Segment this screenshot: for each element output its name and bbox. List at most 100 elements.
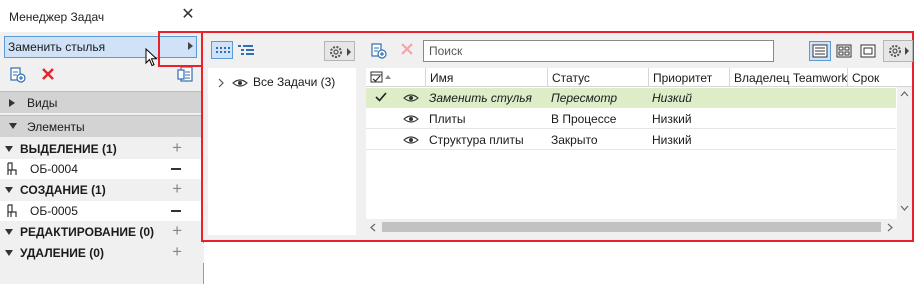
views-section-header[interactable]: Виды: [0, 91, 204, 113]
completion-column-icon: [370, 71, 391, 83]
checkmark-icon[interactable]: [374, 90, 388, 104]
gear-icon: [889, 45, 909, 57]
table-row[interactable]: Плиты В Процессе Низкий: [366, 109, 896, 129]
column-header-status[interactable]: Статус: [548, 68, 649, 87]
chevron-right-icon[interactable]: [887, 223, 893, 232]
dot-grid-icon: [216, 47, 230, 53]
task-status: Закрыто: [551, 133, 598, 147]
tree-view-button[interactable]: [235, 41, 257, 59]
group-label: РЕДАКТИРОВАНИЕ (0): [20, 225, 155, 239]
grid-layout-icon: [836, 44, 852, 58]
column-header-deadline[interactable]: Срок: [848, 68, 896, 87]
single-layout-button[interactable]: [857, 41, 879, 61]
add-task-icon: [371, 43, 387, 59]
chevron-up-icon[interactable]: [900, 91, 909, 97]
task-settings-icon: [177, 66, 193, 82]
task-name: Структура плиты: [429, 133, 524, 147]
add-element-icon[interactable]: +: [172, 242, 182, 262]
group-label: СОЗДАНИЕ (1): [20, 183, 106, 197]
table-row[interactable]: Заменить стулья Пересмотр Низкий: [366, 88, 896, 108]
triangle-down-icon: [5, 146, 13, 152]
single-layout-icon: [860, 44, 876, 58]
grid-layout-button[interactable]: [833, 41, 855, 61]
add-element-icon[interactable]: +: [172, 138, 182, 158]
element-id: ОБ-0005: [30, 204, 78, 218]
gear-icon: [330, 46, 351, 58]
task-name: Заменить стулья: [429, 91, 532, 105]
close-icon[interactable]: ✕: [180, 7, 196, 23]
element-item[interactable]: ОБ-0004: [0, 159, 204, 179]
eye-icon[interactable]: [403, 135, 419, 145]
scrollbar-thumb[interactable]: [382, 222, 881, 232]
task-status: Пересмотр: [551, 91, 618, 105]
triangle-down-icon: [5, 187, 13, 193]
add-task-button[interactable]: [369, 40, 389, 60]
chevron-down-icon[interactable]: [900, 205, 909, 211]
column-header-owner[interactable]: Владелец Teamwork: [730, 68, 848, 87]
elements-section-header[interactable]: Элементы: [0, 115, 204, 137]
scroll-corner: [897, 219, 912, 235]
remove-element-icon[interactable]: [171, 168, 181, 170]
task-name: Плиты: [429, 112, 466, 126]
column-header-name[interactable]: Имя: [426, 68, 548, 87]
task-status: В Процессе: [551, 112, 617, 126]
add-element-icon[interactable]: +: [172, 179, 182, 199]
element-group-creation[interactable]: СОЗДАНИЕ (1) +: [0, 179, 204, 200]
search-input[interactable]: [424, 41, 773, 61]
element-group-editing[interactable]: РЕДАКТИРОВАНИЕ (0) +: [0, 221, 204, 242]
task-table: Имя Статус Приоритет Владелец Teamwork С…: [366, 68, 912, 235]
task-selector-value: Заменить стылья: [8, 40, 106, 54]
add-task-icon: [10, 67, 26, 83]
delete-button[interactable]: [38, 64, 58, 84]
chevron-right-icon[interactable]: [217, 78, 225, 88]
tree-node-all-tasks[interactable]: Все Задачи (3): [214, 74, 354, 92]
mouse-cursor-icon: [145, 48, 158, 67]
task-tree: Все Задачи (3): [208, 68, 356, 235]
flat-view-button[interactable]: [211, 41, 233, 59]
tree-node-label: Все Задачи (3): [253, 75, 336, 89]
group-label: УДАЛЕНИЕ (0): [20, 246, 104, 260]
title-bar: Менеджер Задач ✕: [0, 0, 204, 32]
list-layout-icon: [812, 44, 828, 58]
window-title: Менеджер Задач: [9, 10, 105, 24]
delete-button[interactable]: [399, 41, 415, 57]
vertical-scrollbar[interactable]: [897, 87, 912, 219]
eye-icon[interactable]: [403, 93, 419, 103]
views-section-label: Виды: [27, 96, 58, 110]
search-field[interactable]: [423, 40, 774, 62]
highlight-marker: [158, 31, 203, 67]
add-task-button[interactable]: [8, 64, 28, 84]
eye-icon[interactable]: [403, 114, 419, 124]
horizontal-scrollbar[interactable]: [366, 219, 897, 235]
task-priority: Низкий: [652, 133, 692, 147]
tree-list-icon: [238, 45, 254, 55]
task-priority: Низкий: [652, 112, 692, 126]
element-group-selection[interactable]: ВЫДЕЛЕНИЕ (1) +: [0, 138, 204, 159]
elements-section-label: Элементы: [27, 120, 85, 134]
column-header-done[interactable]: [366, 68, 426, 87]
remove-element-icon[interactable]: [171, 210, 181, 212]
table-row[interactable]: Структура плиты Закрыто Низкий: [366, 130, 896, 150]
tree-settings-button[interactable]: [324, 41, 355, 61]
task-settings-button[interactable]: [176, 64, 196, 84]
chair-element-icon: [7, 162, 17, 175]
triangle-down-icon: [9, 123, 17, 129]
list-layout-button[interactable]: [809, 41, 831, 61]
eye-icon[interactable]: [232, 78, 248, 88]
add-element-icon[interactable]: +: [172, 221, 182, 241]
delete-icon: [401, 43, 413, 55]
task-priority: Низкий: [652, 91, 692, 105]
element-id: ОБ-0004: [30, 162, 78, 176]
chair-element-icon: [7, 204, 17, 217]
task-list-panel: Все Задачи (3) Поиск Имя Статус Приорите…: [201, 31, 914, 242]
chevron-left-icon[interactable]: [370, 223, 376, 232]
column-header-priority[interactable]: Приоритет: [649, 68, 730, 87]
delete-icon: [42, 68, 54, 80]
table-settings-button[interactable]: [883, 40, 913, 62]
element-group-deletion[interactable]: УДАЛЕНИЕ (0) +: [0, 242, 204, 263]
triangle-right-icon: [9, 99, 15, 107]
triangle-down-icon: [5, 250, 13, 256]
element-item[interactable]: ОБ-0005: [0, 201, 204, 221]
table-header: Имя Статус Приоритет Владелец Teamwork С…: [366, 68, 912, 87]
triangle-down-icon: [5, 229, 13, 235]
